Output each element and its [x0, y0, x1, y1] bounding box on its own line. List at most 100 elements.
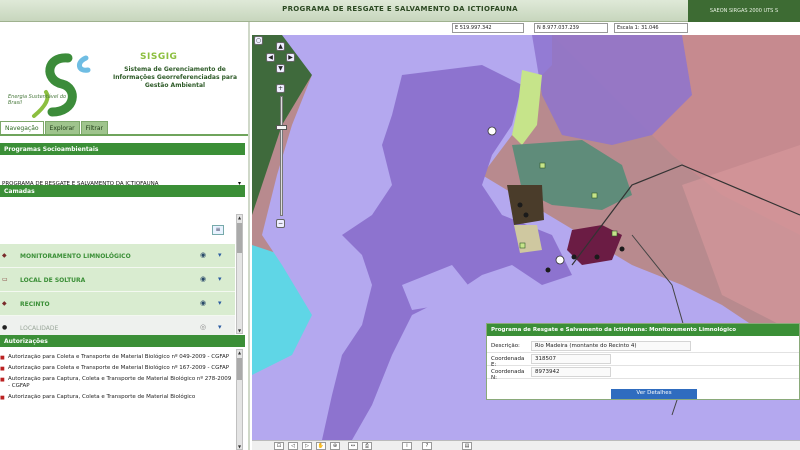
options-icon[interactable]: ▾ — [218, 251, 222, 259]
map-point-marker[interactable] — [523, 212, 529, 218]
monitoring-point-icon[interactable] — [591, 192, 598, 199]
next-view-icon[interactable]: ▷ — [302, 442, 312, 450]
zoom-out-icon[interactable]: − — [276, 219, 285, 228]
authorization-item[interactable]: ■ Autorização para Captura, Coleta e Tran… — [0, 375, 234, 393]
eye-icon[interactable]: ◉ — [200, 251, 206, 259]
scroll-up-icon[interactable]: ▲ — [237, 215, 242, 220]
previous-view-icon[interactable]: ◁ — [288, 442, 298, 450]
info-icon[interactable]: i — [402, 442, 412, 450]
zoom-slider-thumb[interactable] — [276, 125, 287, 130]
authorization-item[interactable]: ■ Autorização para Coleta e Transporte de… — [0, 353, 234, 364]
layer-label: LOCALIDADE — [20, 325, 59, 332]
zoom-box-icon[interactable]: ⊕ — [330, 442, 340, 450]
scroll-thumb[interactable] — [237, 223, 242, 253]
layers-icon[interactable]: ▤ — [462, 442, 472, 450]
hand-pan-icon[interactable]: ✋ — [316, 442, 326, 450]
map-point-marker[interactable] — [487, 126, 497, 136]
eye-off-icon[interactable]: ◎ — [200, 323, 206, 331]
scroll-down-icon[interactable]: ▼ — [237, 328, 242, 333]
options-icon[interactable]: ▾ — [218, 275, 222, 283]
projection-info: SAEON SIRGAS 2000 UTS S — [688, 0, 800, 22]
zoom-extent-icon[interactable]: ⊡ — [274, 442, 284, 450]
field-value: 8973942 — [531, 367, 611, 377]
options-icon[interactable]: ▾ — [218, 299, 222, 307]
map-point-marker[interactable] — [545, 267, 551, 273]
tab-filtrar[interactable]: Filtrar — [80, 121, 108, 135]
layer-label: MONITORAMENTO LIMNOLÓGICO — [20, 253, 131, 260]
layer-row-soltura[interactable]: ▭ LOCAL DE SOLTURA ◉ ▾ — [0, 268, 235, 292]
authorization-item[interactable]: ■ Autorização para Captura, Coleta e Tran… — [0, 393, 234, 404]
point-layer-icon: ◆ — [2, 252, 7, 259]
popup-row-coord-n: Coordenada N: 8973942 — [487, 366, 799, 381]
field-value: 318507 — [531, 354, 611, 364]
field-value: Rio Madeira (montante do Recinto 4) — [531, 341, 691, 351]
pan-down-icon[interactable]: ▼ — [276, 64, 285, 73]
point-layer-icon: ▭ — [2, 276, 8, 283]
pan-right-icon[interactable]: ▶ — [286, 53, 295, 62]
app-description: Sistema de Gerenciamento de Informações … — [112, 66, 237, 89]
scroll-thumb[interactable] — [237, 358, 242, 380]
options-icon[interactable]: ▾ — [218, 323, 222, 331]
popup-row-coord-e: Coordenada E: 318507 — [487, 353, 799, 368]
field-label: Descrição: — [491, 343, 520, 349]
polygon-layer-icon: ◆ — [2, 300, 7, 307]
pan-left-icon[interactable]: ◀ — [266, 53, 275, 62]
layer-legend-button[interactable]: ≡ — [212, 225, 224, 235]
pdf-icon: ■ — [0, 395, 5, 401]
monitoring-point-icon[interactable] — [519, 242, 526, 249]
scroll-up-icon[interactable]: ▲ — [237, 350, 242, 355]
sidebar-tabs: Navegação Explorar Filtrar — [0, 121, 109, 135]
pdf-icon: ■ — [0, 377, 5, 383]
pdf-icon: ■ — [0, 355, 5, 361]
popup-title: Programa de Resgate e Salvamento da Icti… — [487, 324, 799, 336]
sisgig-app: PROGRAMA DE RESGATE E SALVAMENTO DA ICTI… — [0, 0, 800, 450]
layer-label: LOCAL DE SOLTURA — [20, 277, 86, 284]
coord-n: N 8.977.037.239 — [534, 23, 608, 33]
eye-icon[interactable]: ◉ — [200, 275, 206, 283]
eye-icon[interactable]: ◉ — [200, 299, 206, 307]
map-point-marker[interactable] — [517, 202, 523, 208]
authorization-text: Autorização para Captura, Coleta e Trans… — [8, 376, 232, 389]
tab-explorar[interactable]: Explorar — [44, 121, 80, 135]
authorization-item[interactable]: ■ Autorização para Coleta e Transporte de… — [0, 364, 234, 375]
page-title: PROGRAMA DE RESGATE E SALVAMENTO DA ICTI… — [282, 5, 518, 13]
authorization-text: Autorização para Coleta e Transporte de … — [8, 354, 230, 360]
monitoring-point-icon[interactable] — [611, 230, 618, 237]
coord-e: E 519.997.342 — [452, 23, 524, 33]
layer-row-monitoramento[interactable]: ◆ MONITORAMENTO LIMNOLÓGICO ◉ ▾ — [0, 244, 235, 268]
map-point-marker[interactable] — [555, 255, 565, 265]
top-header: PROGRAMA DE RESGATE E SALVAMENTO DA ICTI… — [0, 0, 800, 22]
app-name: SISGIG — [140, 52, 178, 62]
authorization-text: Autorização para Captura, Coleta e Trans… — [8, 394, 196, 400]
print-icon[interactable]: ⎙ — [362, 442, 372, 450]
map-point-marker[interactable] — [571, 254, 577, 260]
map-toolbar: ⊡ ◁ ▷ ✋ ⊕ ↔ ⎙ i ? ▤ — [252, 440, 800, 450]
layers-scrollbar[interactable]: ▲ ▼ — [236, 214, 243, 334]
layer-label: RECINTO — [20, 301, 50, 308]
energia-sustentavel-logo — [32, 53, 91, 118]
layer-row-recinto[interactable]: ◆ RECINTO ◉ ▾ — [0, 292, 235, 316]
monitoring-point-icon[interactable] — [539, 162, 546, 169]
authorization-text: Autorização para Coleta e Transporte de … — [8, 365, 230, 371]
details-button[interactable]: Ver Detalhes — [611, 389, 697, 399]
feature-info-popup: Programa de Resgate e Salvamento da Icti… — [486, 323, 800, 400]
map-point-marker[interactable] — [594, 254, 600, 260]
measure-icon[interactable]: ↔ — [348, 442, 358, 450]
layer-list: ◆ MONITORAMENTO LIMNOLÓGICO ◉ ▾ ▭ LOCAL … — [0, 244, 235, 340]
coordinate-bar: E 519.997.342 N 8.977.037.239 Escala 1: … — [452, 22, 712, 35]
logo-area: Energia Sustentável do Brasil SISGIG Sis… — [0, 22, 250, 122]
tab-divider — [0, 134, 248, 136]
brand-name: Energia Sustentável do Brasil — [8, 94, 67, 106]
map-point-marker[interactable] — [619, 246, 625, 252]
zoom-slider[interactable] — [280, 96, 283, 216]
tab-navegacao[interactable]: Navegação — [0, 121, 44, 135]
programs-header: Programas Socioambientais — [0, 143, 245, 155]
field-label: Coordenada N: — [491, 369, 525, 381]
authorizations-header: Autorizações — [0, 335, 245, 347]
authorizations-scrollbar[interactable]: ▲ ▼ — [236, 349, 243, 450]
identify-icon[interactable]: ? — [422, 442, 432, 450]
pan-reset-icon[interactable]: ○ — [254, 36, 263, 45]
zoom-in-icon[interactable]: + — [276, 84, 285, 93]
scroll-down-icon[interactable]: ▼ — [237, 444, 242, 449]
pan-up-icon[interactable]: ▲ — [276, 42, 285, 51]
